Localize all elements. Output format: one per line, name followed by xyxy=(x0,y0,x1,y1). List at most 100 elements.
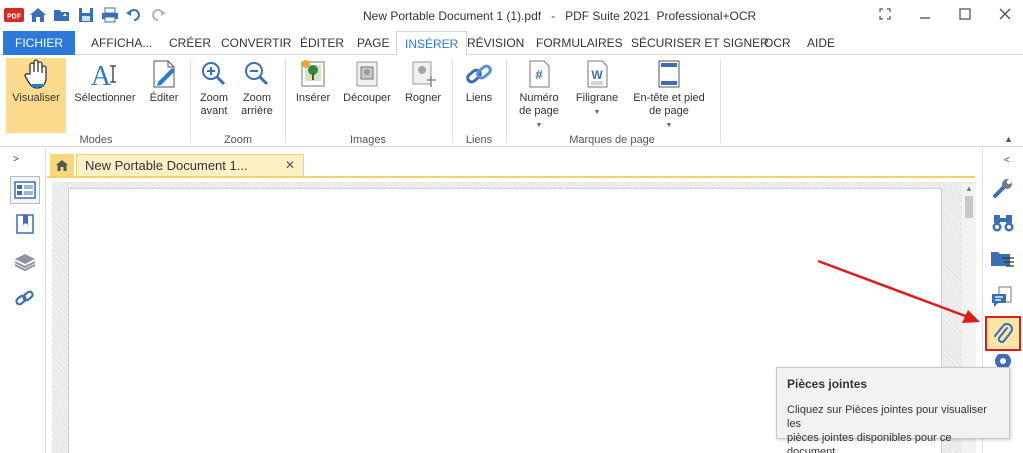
zoom-group-label: Zoom xyxy=(223,134,253,146)
chevron-down-icon: ▼ xyxy=(665,122,673,129)
zoom-avant-label-1: Zoom xyxy=(199,92,229,104)
scrollbar-thumb[interactable] xyxy=(965,196,973,218)
left-navigation-panel: > xyxy=(0,148,46,453)
ribbon-tabs: FICHIER AFFICHA... CRÉER CONVERTIR ÉDITE… xyxy=(0,31,1023,56)
comments-icon[interactable] xyxy=(986,282,1020,312)
images-group-label: Images xyxy=(349,134,387,146)
decouper-button[interactable]: Découper xyxy=(340,58,394,105)
tab-convertir[interactable]: CONVERTIR xyxy=(213,31,299,55)
editer-button[interactable]: Éditer xyxy=(144,58,184,105)
tooltip-body-line-2: pièces jointes disponibles pour ce docum… xyxy=(787,432,952,453)
tab-editer[interactable]: ÉDITER xyxy=(292,31,352,55)
close-button[interactable] xyxy=(993,4,1017,24)
collapse-ribbon-icon[interactable]: ▲ xyxy=(1004,134,1013,144)
zoom-arriere-label-2: arrière xyxy=(241,105,273,117)
selectionner-button[interactable]: A Sélectionner xyxy=(70,58,140,105)
document-tab-title: New Portable Document 1... xyxy=(85,158,248,173)
tab-page[interactable]: PAGE xyxy=(349,31,397,55)
zoom-arriere-label-1: Zoom xyxy=(242,92,272,104)
text-select-icon: A xyxy=(91,61,116,90)
tab-revision[interactable]: RÉVISION xyxy=(459,31,532,55)
numero-de-page-button[interactable]: # Numéro de page ▼ xyxy=(514,58,564,132)
crop-image-icon xyxy=(356,61,378,87)
entete-label-2: de page xyxy=(649,105,689,117)
close-tab-icon[interactable]: ✕ xyxy=(285,155,295,176)
expand-panel-icon[interactable]: > xyxy=(13,154,19,165)
liens-label: Liens xyxy=(465,92,493,104)
collapse-panel-icon[interactable]: < xyxy=(1004,155,1010,166)
links-panel-icon[interactable] xyxy=(10,284,40,312)
group-separator xyxy=(285,59,286,143)
ribbon: Visualiser A Sélectionner Éditer Modes Z… xyxy=(0,55,1023,147)
group-separator xyxy=(720,59,721,143)
page-number-icon: # xyxy=(529,60,550,88)
window-controls xyxy=(873,4,1017,24)
tab-creer[interactable]: CRÉER xyxy=(161,31,219,55)
undo-icon[interactable] xyxy=(124,5,144,25)
tab-affichage[interactable]: AFFICHA... xyxy=(83,31,160,55)
tab-fichier[interactable]: FICHIER xyxy=(3,31,75,55)
document-tabs: New Portable Document 1... ✕ xyxy=(47,154,975,178)
zoom-arriere-button[interactable]: Zoom arrière xyxy=(238,58,276,118)
window-title: New Portable Document 1 (1).pdf - PDF Su… xyxy=(363,9,757,23)
zoom-avant-button[interactable]: Zoom avant xyxy=(196,58,232,118)
rogner-button[interactable]: Rogner xyxy=(402,58,444,105)
entete-label-1: En-tête et pied xyxy=(633,92,705,104)
filigrane-label: Filigrane xyxy=(575,92,619,104)
inserer-label: Insérer xyxy=(295,92,331,104)
maximize-button[interactable] xyxy=(953,4,977,24)
svg-text:A: A xyxy=(91,61,112,90)
thumbnails-icon[interactable] xyxy=(10,176,40,204)
folder-tree-icon[interactable] xyxy=(986,244,1020,274)
modes-group-label: Modes xyxy=(79,134,113,146)
redo-icon[interactable] xyxy=(148,5,168,25)
insert-image-icon xyxy=(301,60,325,87)
chevron-down-icon: ▼ xyxy=(593,109,601,116)
entete-pied-de-page-button[interactable]: En-tête et pied de page ▼ xyxy=(628,58,710,132)
scroll-up-icon[interactable]: ▲ xyxy=(965,184,973,193)
document-tab[interactable]: New Portable Document 1... ✕ xyxy=(76,154,304,176)
tooltip-body: Cliquez sur Pièces jointes pour visualis… xyxy=(787,403,999,453)
numero-label-1: Numéro xyxy=(519,92,559,104)
fullscreen-icon[interactable] xyxy=(873,4,897,24)
liens-button[interactable]: Liens xyxy=(462,58,496,105)
pieces-jointes-button[interactable] xyxy=(985,316,1021,351)
watermark-icon: W xyxy=(587,60,608,88)
tooltip-body-line-1: Cliquez sur Pièces jointes pour visualis… xyxy=(787,404,987,430)
open-folder-icon[interactable] xyxy=(52,5,72,25)
group-separator xyxy=(506,59,507,143)
tooltip-title: Pièces jointes xyxy=(787,377,868,391)
link-icon xyxy=(466,64,492,84)
layers-icon[interactable] xyxy=(10,248,40,276)
zoom-out-icon xyxy=(245,62,269,86)
tooltip-pieces-jointes: Pièces jointes Cliquez sur Pièces jointe… xyxy=(776,367,1010,453)
tab-formulaires[interactable]: FORMULAIRES xyxy=(528,31,631,55)
visualiser-button[interactable]: Visualiser xyxy=(6,58,66,133)
quick-access-toolbar: PDF xyxy=(4,5,168,25)
home-icon[interactable] xyxy=(28,5,48,25)
trim-image-icon xyxy=(412,61,436,87)
paperclip-icon xyxy=(994,322,1013,343)
tab-ocr[interactable]: OCR xyxy=(756,31,799,55)
home-tab-icon[interactable] xyxy=(50,154,74,176)
print-icon[interactable] xyxy=(100,5,120,25)
settings-icon[interactable] xyxy=(986,354,1020,368)
title-bar: PDF New Portable Document 1 (1).pdf - PD… xyxy=(0,0,1023,31)
wrench-icon[interactable] xyxy=(986,173,1020,203)
binoculars-icon[interactable] xyxy=(986,208,1020,238)
tab-aide[interactable]: AIDE xyxy=(799,31,843,55)
inserer-image-button[interactable]: Insérer xyxy=(292,58,334,105)
svg-text:PDF: PDF xyxy=(7,14,22,21)
minimize-button[interactable] xyxy=(913,4,937,24)
svg-text:W: W xyxy=(591,68,603,82)
tab-inserer[interactable]: INSÉRER xyxy=(396,31,468,56)
tab-securiser-et-signer[interactable]: SÉCURISER ET SIGNER xyxy=(623,31,777,55)
pdf-logo-icon[interactable]: PDF xyxy=(4,5,24,25)
rogner-label: Rogner xyxy=(404,92,442,104)
save-icon[interactable] xyxy=(76,5,96,25)
liens-group-label: Liens xyxy=(465,134,493,146)
zoom-in-icon xyxy=(202,62,226,86)
filigrane-button[interactable]: W Filigrane ▼ xyxy=(572,58,622,119)
group-separator xyxy=(452,59,453,143)
bookmarks-icon[interactable] xyxy=(10,210,40,238)
